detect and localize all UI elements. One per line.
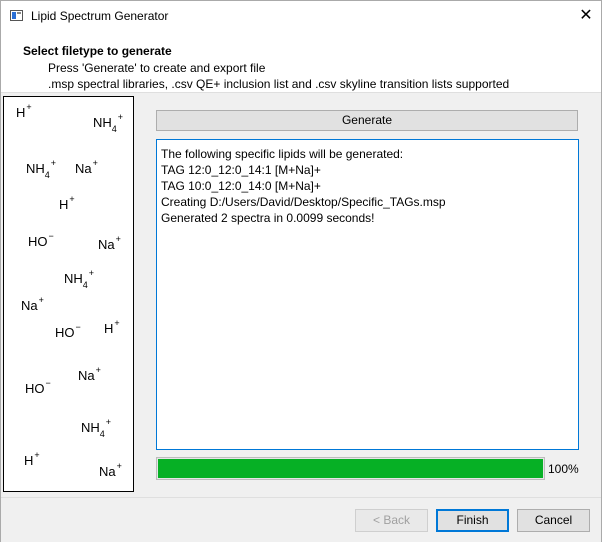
- log-line: Creating D:/Users/David/Desktop/Specific…: [161, 195, 446, 209]
- ion-label: NH4+: [26, 158, 57, 180]
- close-icon[interactable]: ✕: [573, 5, 599, 27]
- back-button[interactable]: < Back: [355, 509, 428, 532]
- output-log[interactable]: The following specific lipids will be ge…: [156, 139, 579, 450]
- ion-label: Na+: [21, 295, 44, 313]
- ion-label: NH4+: [93, 112, 124, 134]
- ion-label: HO−: [25, 378, 51, 396]
- progress-bar: [156, 457, 545, 480]
- app-window-icon: [10, 10, 23, 21]
- ion-label: Na+: [98, 234, 121, 252]
- ion-label: H+: [59, 194, 75, 212]
- window-title: Lipid Spectrum Generator: [31, 9, 169, 23]
- finish-button[interactable]: Finish: [436, 509, 509, 532]
- ion-label: H+: [16, 102, 32, 120]
- wizard-footer: < Back Finish Cancel: [1, 497, 601, 542]
- ion-label: Na+: [78, 365, 101, 383]
- ion-decoration-panel: H+ NH4+ NH4+ Na+ H+ HO− Na+ NH4+ Na+ HO−…: [3, 96, 134, 492]
- ion-label: NH4+: [64, 268, 95, 290]
- wizard-window: Lipid Spectrum Generator ✕ Select filety…: [0, 0, 602, 542]
- ion-label: HO−: [55, 322, 81, 340]
- page-subtitle-line-2: .msp spectral libraries, .csv QE+ inclus…: [48, 77, 510, 91]
- log-line: Generated 2 spectra in 0.0099 seconds!: [161, 211, 375, 225]
- ion-label: NH4+: [81, 417, 112, 439]
- log-line: TAG 10:0_12:0_14:0 [M+Na]+: [161, 179, 321, 193]
- progress-bar-fill: [158, 459, 543, 478]
- ion-label: H+: [24, 450, 40, 468]
- progress-percent: 100%: [548, 462, 579, 476]
- ion-label: Na+: [75, 158, 98, 176]
- page-subtitle-line-1: Press 'Generate' to create and export fi…: [48, 61, 266, 75]
- title-bar[interactable]: Lipid Spectrum Generator ✕: [1, 1, 601, 32]
- ion-label: HO−: [28, 231, 54, 249]
- generate-button[interactable]: Generate: [156, 110, 578, 131]
- wizard-header: Select filetype to generate Press 'Gener…: [1, 32, 601, 93]
- page-title: Select filetype to generate: [23, 44, 172, 58]
- log-line: The following specific lipids will be ge…: [161, 147, 404, 161]
- cancel-button[interactable]: Cancel: [517, 509, 590, 532]
- log-line: TAG 12:0_12:0_14:1 [M+Na]+: [161, 163, 321, 177]
- ion-label: H+: [104, 318, 120, 336]
- ion-label: Na+: [99, 461, 122, 479]
